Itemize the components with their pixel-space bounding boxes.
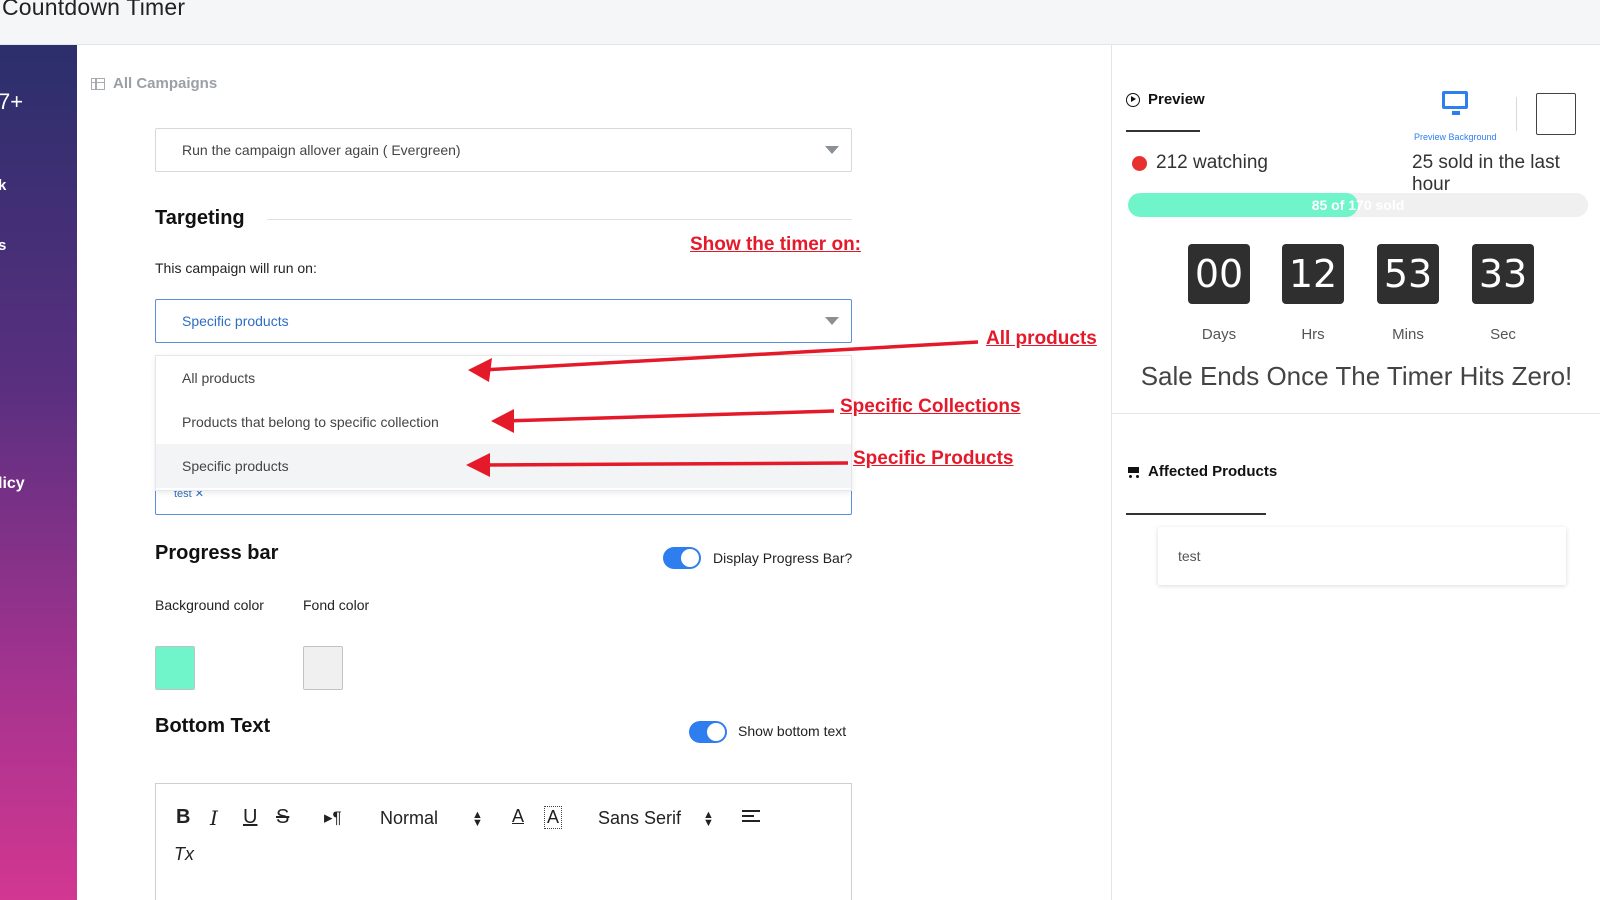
- annotation-specific-products: Specific Products: [853, 448, 1014, 469]
- arrow-all-products: [481, 340, 979, 372]
- arrow-head-specific-collections: [491, 409, 514, 433]
- annotation-specific-collections: Specific Collections: [840, 396, 1021, 417]
- annotation-show-timer: Show the timer on:: [690, 234, 861, 255]
- arrow-specific-products: [479, 461, 849, 467]
- annotation-all-products: All products: [986, 328, 1097, 349]
- arrow-head-specific-products: [466, 453, 490, 477]
- arrow-specific-collections: [504, 409, 835, 423]
- arrow-head-all-products: [468, 358, 492, 382]
- annotation-arrows: [466, 340, 979, 477]
